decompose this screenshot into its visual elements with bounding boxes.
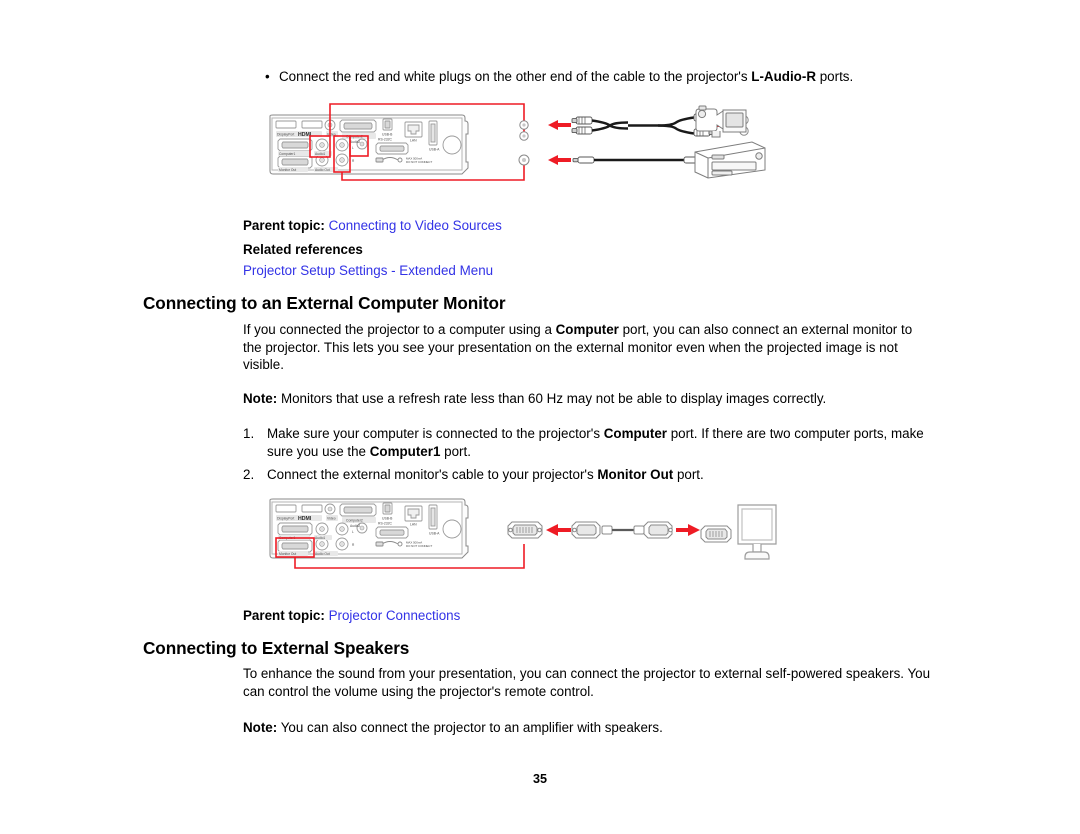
svg-text:Audio2: Audio2 — [350, 140, 360, 144]
svg-text:Audio Out: Audio Out — [315, 552, 330, 556]
svg-text:Video: Video — [327, 517, 336, 521]
svg-text:DO NOT CONNECT: DO NOT CONNECT — [406, 160, 433, 164]
svg-text:Audio Out: Audio Out — [315, 168, 330, 172]
bullet-text: Connect the red and white plugs on the o… — [279, 68, 945, 86]
bullet-bold-term: L-Audio-R — [751, 69, 816, 84]
step-number: 1. — [243, 426, 255, 441]
page-title-external-monitor: Connecting to an External Computer Monit… — [143, 293, 506, 313]
step2-bold1: Monitor Out — [597, 467, 674, 482]
svg-text:Computer1: Computer1 — [279, 152, 295, 156]
svg-text:DO NOT CONNECT: DO NOT CONNECT — [406, 544, 433, 548]
svg-text:RS-232C: RS-232C — [378, 522, 392, 526]
svg-text:Monitor Out: Monitor Out — [279, 552, 296, 556]
svg-text:L: L — [352, 530, 354, 534]
intro-paragraph-external-monitor: If you connected the projector to a comp… — [243, 321, 933, 374]
note-text: Monitors that use a refresh rate less th… — [277, 391, 827, 406]
figure-video-devices — [690, 104, 770, 180]
svg-text:USB-A: USB-A — [429, 148, 440, 152]
related-references-label: Related references — [243, 242, 363, 257]
step1-part3: port. — [440, 443, 471, 459]
svg-text:USB-A: USB-A — [429, 532, 440, 536]
note-amplifier: Note: You can also connect the projector… — [243, 719, 933, 737]
parent-topic-projector-connections: Parent topic: Projector Connections — [243, 607, 460, 625]
parent-topic-link[interactable]: Connecting to Video Sources — [329, 218, 502, 233]
related-reference-link[interactable]: Projector Setup Settings - Extended Menu — [243, 263, 493, 278]
intro-paragraph-external-speakers: To enhance the sound from your presentat… — [243, 666, 931, 699]
note-label: Note: — [243, 391, 278, 406]
svg-text:USB-B: USB-B — [382, 517, 393, 521]
figure-external-monitor-device — [700, 500, 780, 568]
svg-text:RS-232C: RS-232C — [378, 138, 392, 142]
bullet-text-after: ports. — [816, 69, 854, 84]
step1-bold2: Computer1 — [369, 443, 441, 459]
svg-text:Computer2: Computer2 — [346, 519, 363, 523]
step2-part2: port. — [673, 467, 704, 482]
step1-part1: Make sure your computer is connected to … — [267, 426, 604, 441]
related-reference-row: Projector Setup Settings - Extended Menu — [243, 262, 493, 280]
svg-text:Monitor Out: Monitor Out — [279, 168, 296, 172]
svg-text:Audio1: Audio1 — [315, 536, 325, 540]
bullet-marker: • — [265, 69, 270, 84]
svg-text:HDMI: HDMI — [298, 516, 312, 522]
parent-topic-label: Parent topic: — [243, 608, 325, 623]
parent-topic-video-sources: Parent topic: Connecting to Video Source… — [243, 217, 502, 235]
step-number: 2. — [243, 467, 255, 482]
step-item-1: 1. Make sure your computer is connected … — [243, 425, 933, 460]
document-page: • Connect the red and white plugs on the… — [0, 0, 1080, 834]
step1-bold1: Computer — [603, 426, 667, 441]
svg-text:LAN: LAN — [410, 139, 417, 143]
page-number: 35 — [532, 772, 547, 786]
bullet-item-audio-connect: • Connect the red and white plugs on the… — [265, 68, 945, 86]
note-text: You can also connect the projector to an… — [277, 720, 663, 735]
svg-text:DisplayPort: DisplayPort — [277, 133, 294, 137]
svg-text:Audio1: Audio1 — [315, 152, 325, 156]
parent-topic-label: Parent topic: — [243, 218, 325, 233]
intro-bold-computer: Computer — [555, 322, 619, 337]
step-text: Make sure your computer is connected to … — [267, 425, 933, 460]
note-refresh-rate: Note: Monitors that use a refresh rate l… — [243, 390, 933, 408]
bullet-text-before: Connect the red and white plugs on the o… — [279, 69, 752, 84]
svg-text:USB-B: USB-B — [382, 133, 393, 137]
step-item-2: 2. Connect the external monitor's cable … — [243, 466, 933, 484]
step2-part1: Connect the external monitor's cable to … — [267, 467, 598, 482]
step-text: Connect the external monitor's cable to … — [267, 466, 933, 484]
intro-part1: If you connected the projector to a comp… — [243, 322, 556, 337]
svg-text:LAN: LAN — [410, 523, 417, 527]
svg-text:L: L — [352, 146, 354, 150]
parent-topic-link[interactable]: Projector Connections — [329, 608, 461, 623]
page-title-external-speakers: Connecting to External Speakers — [143, 638, 410, 658]
note-label: Note: — [243, 720, 278, 735]
svg-text:DisplayPort: DisplayPort — [277, 517, 294, 521]
figure-monitor-connection: DisplayPort Video Computer2 USB-B RS-232… — [266, 490, 706, 572]
svg-text:Audio2: Audio2 — [350, 524, 360, 528]
